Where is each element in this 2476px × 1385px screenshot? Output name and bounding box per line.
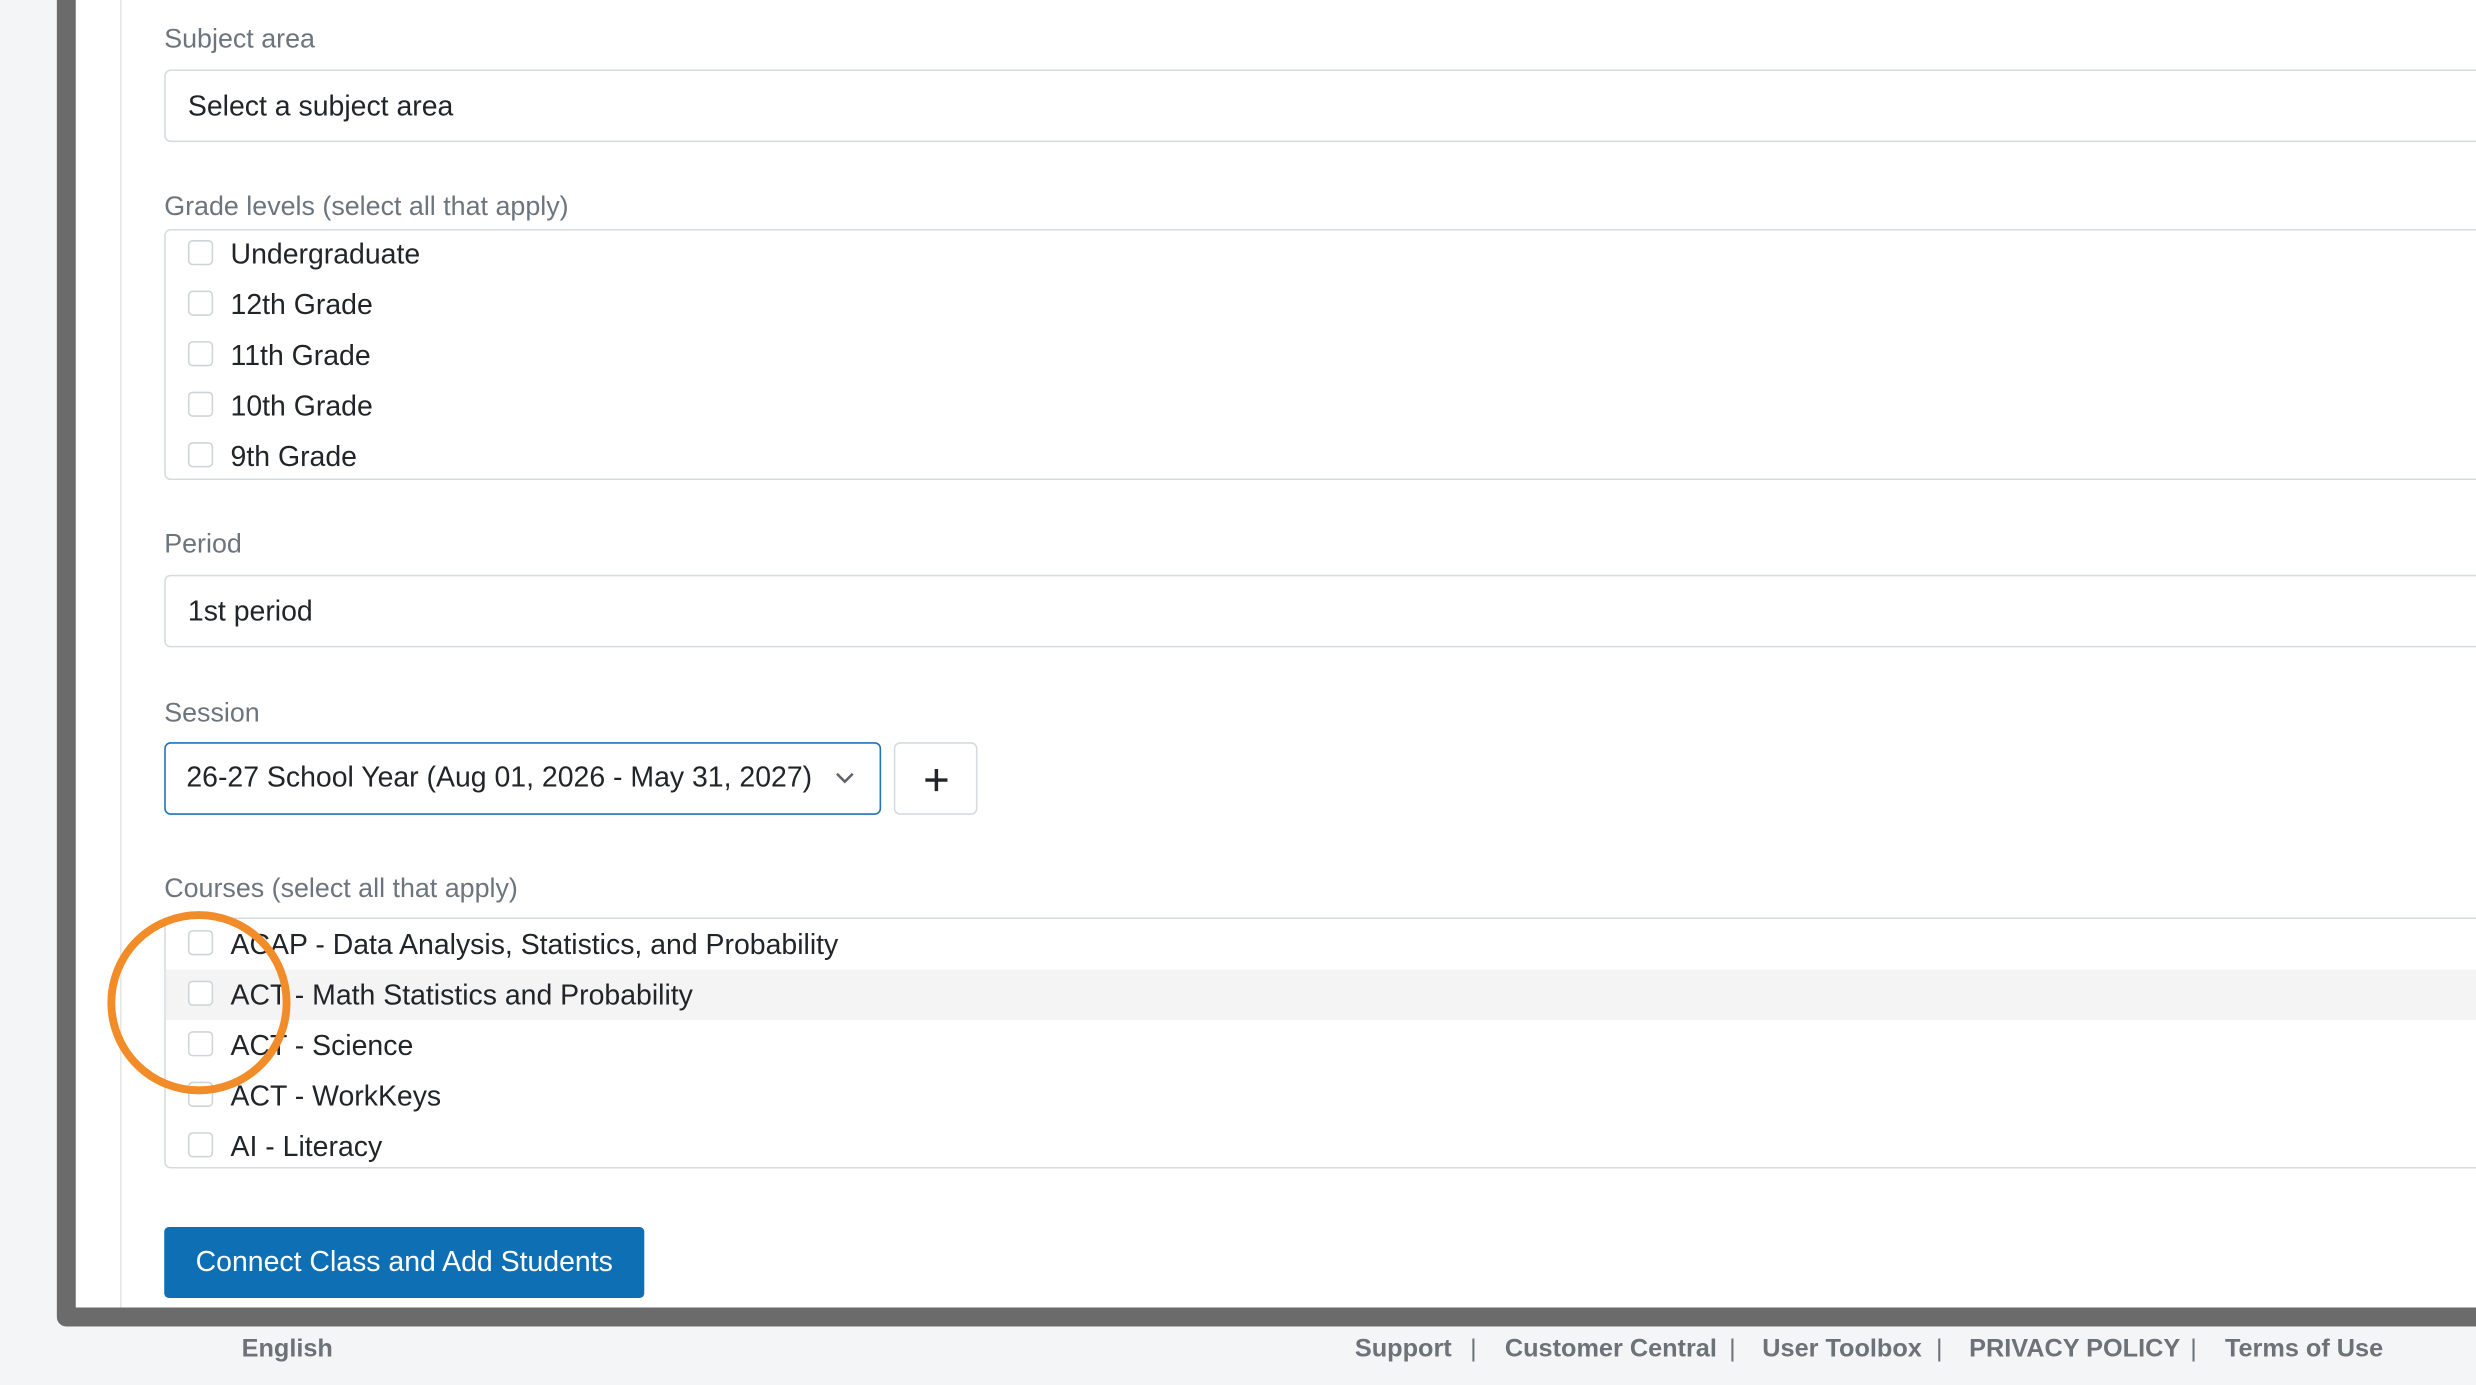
- checkbox[interactable]: [187, 341, 214, 367]
- add-session-button[interactable]: [893, 742, 978, 815]
- course-option-label: ACAP - Data Analysis, Statistics, and Pr…: [230, 928, 839, 961]
- grade-levels-label: Grade levels (select all that apply): [164, 191, 569, 222]
- course-option-act-science[interactable]: ACT - Science: [166, 1020, 2476, 1071]
- checkbox[interactable]: [187, 442, 214, 468]
- grade-levels-list: Undergraduate 12th Grade 11th Grade 10th…: [164, 228, 2476, 482]
- course-option-ai-literacy[interactable]: AI - Literacy: [166, 1121, 2476, 1172]
- footer-link-terms-of-use[interactable]: Terms of Use: [2225, 1336, 2383, 1364]
- left-gutter: [75, 0, 122, 1308]
- footer-link-privacy-policy[interactable]: PRIVACY POLICY: [1969, 1336, 2180, 1364]
- session-select[interactable]: 26-27 School Year (Aug 01, 2026 - May 31…: [164, 742, 882, 815]
- grade-option-12th[interactable]: 12th Grade: [166, 280, 2476, 331]
- course-option-label: ACT - Math Statistics and Probability: [230, 979, 693, 1011]
- course-option-acap-data-analysis[interactable]: ACAP - Data Analysis, Statistics, and Pr…: [166, 919, 2476, 970]
- grade-option-label: 9th Grade: [230, 440, 357, 473]
- grade-option-9th[interactable]: 9th Grade: [166, 431, 2476, 482]
- main-panel: Subject area Select a subject area Grade…: [75, 0, 2476, 1308]
- footer-separator: |: [1729, 1335, 1736, 1363]
- grade-option-11th[interactable]: 11th Grade: [166, 330, 2476, 381]
- footer-separator: |: [1470, 1335, 1477, 1363]
- footer-separator: |: [2190, 1335, 2197, 1363]
- session-label: Session: [164, 697, 260, 728]
- connect-class-button[interactable]: Connect Class and Add Students: [164, 1226, 645, 1299]
- subject-area-label: Subject area: [164, 23, 315, 54]
- course-option-act-workkeys[interactable]: ACT - WorkKeys: [166, 1071, 2476, 1122]
- checkbox[interactable]: [187, 1132, 214, 1158]
- period-label: Period: [164, 528, 242, 560]
- course-option-label: ACT - WorkKeys: [230, 1080, 442, 1112]
- grade-option-10th[interactable]: 10th Grade: [166, 381, 2476, 432]
- footer-link-support[interactable]: Support: [1355, 1336, 1452, 1364]
- courses-list: ACAP - Data Analysis, Statistics, and Pr…: [164, 917, 2476, 1169]
- highlight-ring: [107, 911, 291, 1095]
- grade-option-label: Undergraduate: [230, 238, 421, 271]
- course-option-label: AI - Literacy: [230, 1130, 383, 1163]
- courses-label: Courses (select all that apply): [164, 873, 518, 904]
- checkbox[interactable]: [187, 391, 214, 417]
- checkbox[interactable]: [187, 240, 214, 266]
- checkbox[interactable]: [187, 290, 214, 316]
- language-selector[interactable]: English: [242, 1336, 333, 1364]
- course-option-act-math-statistics[interactable]: ACT - Math Statistics and Probability: [165, 969, 2476, 1021]
- footer-link-user-toolbox[interactable]: User Toolbox: [1762, 1336, 1922, 1364]
- period-input[interactable]: 1st period: [164, 574, 2476, 648]
- grade-option-undergraduate[interactable]: Undergraduate: [166, 229, 2476, 280]
- grade-option-label: 11th Grade: [230, 339, 371, 372]
- chevron-down-icon: [836, 772, 854, 784]
- session-value: 26-27 School Year (Aug 01, 2026 - May 31…: [186, 761, 813, 793]
- footer-separator: |: [1935, 1335, 1943, 1363]
- grade-option-label: 10th Grade: [230, 390, 373, 422]
- page-background: [0, 0, 57, 1295]
- plus-icon: [925, 769, 948, 792]
- footer-link-customer-central[interactable]: Customer Central: [1505, 1336, 1717, 1364]
- subject-area-select[interactable]: Select a subject area: [164, 69, 2476, 143]
- grade-option-label: 12th Grade: [230, 288, 373, 321]
